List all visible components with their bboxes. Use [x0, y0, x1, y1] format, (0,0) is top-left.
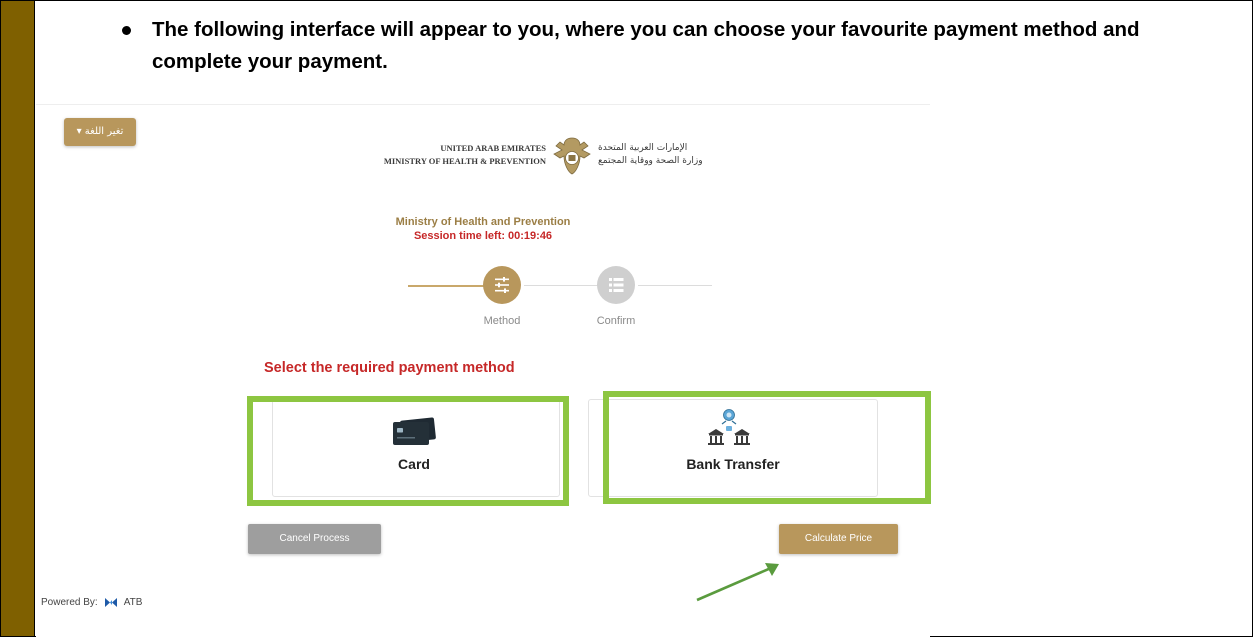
- session-timer: Session time left: 00:19:46: [36, 230, 930, 242]
- list-icon: [609, 278, 624, 292]
- powered-by-brand: ATB: [123, 597, 143, 609]
- sliders-icon: [495, 277, 509, 293]
- step-confirm[interactable]: [597, 266, 635, 304]
- atb-logo-icon: [105, 598, 118, 607]
- stepper-line: [638, 285, 712, 286]
- step-method-label: Method: [483, 315, 521, 327]
- bullet-icon: [122, 26, 131, 35]
- instruction-text: The following interface will appear to y…: [152, 18, 1140, 73]
- cancel-process-button[interactable]: Cancel Process: [248, 524, 381, 554]
- step-confirm-label: Confirm: [596, 315, 636, 327]
- calculate-price-button[interactable]: Calculate Price: [779, 524, 898, 554]
- payment-screenshot: ▾ تغير اللغة UNITED ARAB EMIRATES MINIST…: [36, 104, 931, 637]
- header-ar-line1: الإمارات العربية المتحدة: [598, 143, 688, 153]
- session-time: 00:19:46: [508, 230, 553, 242]
- powered-by: Powered By: ATB: [41, 597, 142, 608]
- divider: [36, 104, 930, 105]
- payment-method-title: Select the required payment method: [264, 360, 515, 376]
- stepper-line: [524, 285, 598, 286]
- header-english: UNITED ARAB EMIRATES MINISTRY OF HEALTH …: [336, 142, 546, 168]
- document-side-bar: [1, 1, 35, 636]
- ministry-name: Ministry of Health and Prevention: [395, 216, 571, 228]
- header-ar-line2: وزارة الصحة ووقاية المجتمع: [598, 156, 703, 166]
- header-en-line2: MINISTRY OF HEALTH & PREVENTION: [383, 156, 546, 166]
- header-en-line1: UNITED ARAB EMIRATES: [440, 143, 546, 153]
- powered-by-label: Powered By:: [41, 597, 98, 609]
- bank-transfer-highlight: [603, 391, 931, 504]
- session-label: Session time left:: [413, 230, 506, 242]
- change-language-button[interactable]: ▾ تغير اللغة: [64, 118, 136, 146]
- step-method[interactable]: [483, 266, 521, 304]
- card-highlight: [247, 396, 569, 506]
- header-arabic: الإمارات العربية المتحدة وزارة الصحة ووق…: [598, 142, 798, 168]
- uae-emblem-icon: [553, 137, 591, 175]
- arrow-icon: [696, 563, 779, 602]
